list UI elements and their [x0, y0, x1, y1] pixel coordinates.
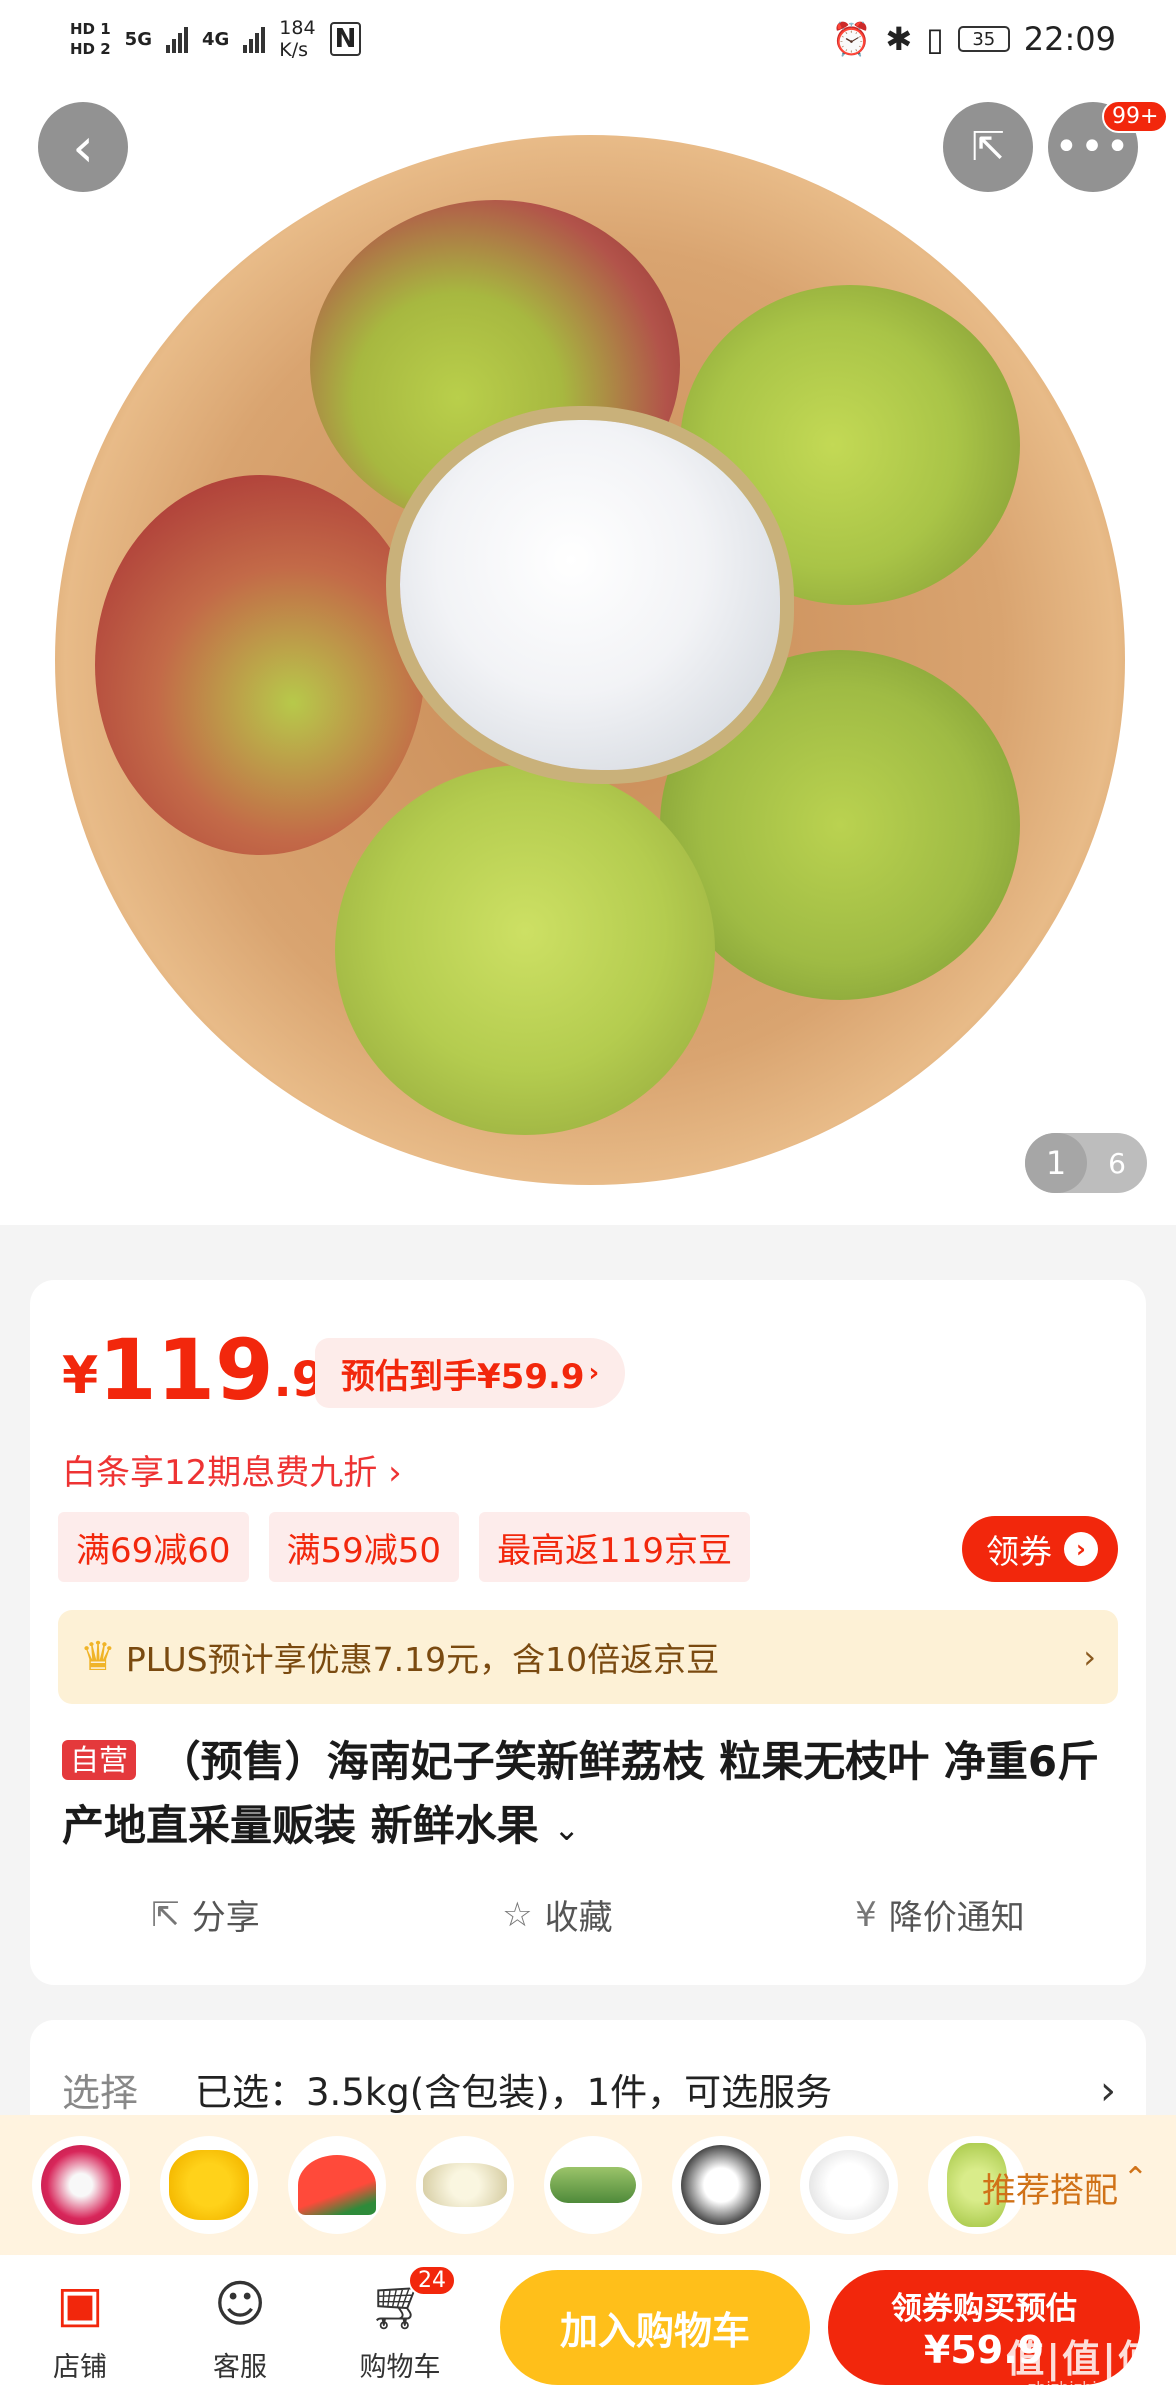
share-label: 分享	[191, 1898, 260, 1938]
network-speed: 184 K/s	[279, 17, 315, 61]
signal-icon-2	[243, 25, 266, 53]
recommend-combo-label[interactable]: 推荐搭配	[982, 2163, 1118, 2212]
coupon-tag[interactable]: 满69减60	[58, 1512, 249, 1582]
coupon-tag[interactable]: 满59减50	[268, 1512, 460, 1582]
bluetooth-icon: ✱	[885, 20, 913, 58]
cart-label: 购物车	[359, 2352, 441, 2383]
add-to-cart-button[interactable]: 加入购物车	[500, 2270, 810, 2385]
price-alert-icon: ¥	[855, 1894, 877, 1935]
spec-value: 已选：3.5kg(含包装)，1件，可选服务	[195, 2071, 833, 2114]
store-icon: ▣	[56, 2275, 104, 2333]
share-top-button[interactable]: ⇱	[943, 102, 1033, 192]
plus-banner-text: PLUS预计享优惠7.19元，含10倍返京豆	[125, 1640, 720, 1679]
speed-unit: K/s	[279, 39, 309, 61]
status-bar: HD 1 HD 2 5G 4G 184 K/s N ⏰ ✱ ▯ 35 22:09	[0, 0, 1176, 78]
cart-button[interactable]: 🛒︎ 24 购物车	[340, 2265, 460, 2384]
dumpling-thumb[interactable]	[800, 2136, 898, 2234]
chevron-right-icon: ›	[588, 1358, 600, 1388]
buy-button-line1: 领券购买预估	[891, 2291, 1077, 2327]
currency-symbol: ¥	[62, 1346, 99, 1406]
gallery-pager: 1 6	[1025, 1133, 1147, 1193]
pear-thumb[interactable]	[416, 2136, 514, 2234]
coupon-tag[interactable]: 最高返119京豆	[479, 1512, 750, 1582]
get-coupon-button[interactable]: 领券 ›	[962, 1516, 1118, 1582]
share-icon: ⇱	[971, 124, 1005, 170]
product-title: 自营 （预售）海南妃子笑新鲜荔枝 粒果无枝叶 净重6斤 产地直采量贩装 新鲜水果…	[62, 1730, 1122, 1861]
price-alert-label: 降价通知	[888, 1898, 1025, 1938]
pager-current: 1	[1025, 1133, 1087, 1193]
status-left: HD 1 HD 2 5G 4G 184 K/s N	[70, 17, 362, 61]
service-label: 客服	[213, 2352, 267, 2383]
recommend-thumbs	[32, 2136, 1026, 2234]
chevron-right-circle-icon: ›	[1064, 1532, 1098, 1566]
back-button[interactable]: ‹	[38, 102, 128, 192]
speed-value: 184	[279, 17, 316, 39]
price-integer: 119	[98, 1321, 274, 1419]
self-operated-badge: 自营	[62, 1740, 137, 1780]
mangosteen-thumb[interactable]	[672, 2136, 770, 2234]
watermark-site: zhizhizhi.com	[1027, 2378, 1136, 2397]
vibrate-icon: ▯	[926, 20, 944, 58]
recommend-bar: 推荐搭配 ⌃	[0, 2115, 1176, 2255]
signal-icon	[165, 25, 188, 53]
dragon-fruit-thumb[interactable]	[32, 2136, 130, 2234]
lychee-photo	[95, 475, 425, 855]
smiley-icon: ☺	[213, 2275, 267, 2333]
chevron-left-icon: ‹	[72, 115, 94, 179]
network-5g-label: 5G	[124, 28, 152, 50]
battery-level: 35	[972, 28, 996, 50]
pager-total: 6	[1108, 1146, 1126, 1180]
hd-indicator: HD 1 HD 2	[70, 19, 111, 59]
chevron-down-icon[interactable]: ⌄	[553, 1810, 580, 1848]
product-actions: ⇱ 分享 ☆ 收藏 ¥ 降价通知	[30, 1890, 1146, 1939]
coupon-list: 满69减60 满59减50 最高返119京豆	[58, 1512, 750, 1582]
alarm-icon: ⏰	[831, 20, 872, 58]
battery-icon: 35	[957, 26, 1010, 52]
network-4g-label: 4G	[201, 28, 230, 50]
cucumber-thumb[interactable]	[544, 2136, 642, 2234]
nfc-icon: N	[329, 22, 362, 56]
product-title-text: （预售）海南妃子笑新鲜荔枝 粒果无枝叶 净重6斤 产地直采量贩装 新鲜水果	[62, 1737, 1100, 1850]
watermelon-thumb[interactable]	[288, 2136, 386, 2234]
watermark-logo: 值|值|值	[1006, 2337, 1158, 2381]
crown-icon: ♛	[80, 1634, 116, 1680]
hd2-label: HD 2	[70, 40, 111, 58]
spec-label: 选择	[62, 2071, 139, 2115]
plus-member-banner[interactable]: ♛ PLUS预计享优惠7.19元，含10倍返京豆 ›	[58, 1610, 1118, 1704]
favorite-button[interactable]: ☆ 收藏	[502, 1890, 612, 1939]
store-label: 店铺	[53, 2352, 107, 2383]
hd1-label: HD 1	[70, 20, 111, 38]
customer-service-button[interactable]: ☺ 客服	[180, 2273, 300, 2384]
clock: 22:09	[1023, 20, 1116, 58]
chevron-right-icon: ›	[1083, 1638, 1096, 1676]
price-alert-button[interactable]: ¥ 降价通知	[855, 1890, 1025, 1939]
bottom-action-bar: ▣ 店铺 ☺ 客服 🛒︎ 24 购物车 加入购物车 领券购买预估 ¥59.9	[0, 2255, 1176, 2400]
baitiao-installment-link[interactable]: 白条享12期息费九折 ›	[62, 1445, 402, 1494]
product-info-card: ¥ 119 .90 预估到手¥59.9› 白条享12期息费九折 › 满69减60…	[30, 1280, 1146, 1985]
store-button[interactable]: ▣ 店铺	[20, 2273, 140, 2384]
favorite-label: 收藏	[544, 1898, 613, 1938]
star-icon: ☆	[502, 1894, 533, 1935]
share-icon: ⇱	[151, 1894, 180, 1935]
estimated-price-label: 预估到手¥59.9	[341, 1356, 585, 1397]
yellow-tomato-thumb[interactable]	[160, 2136, 258, 2234]
notification-badge: 99+	[1102, 100, 1169, 133]
get-coupon-label: 领券	[986, 1532, 1052, 1571]
chevron-right-icon: ›	[1100, 2068, 1116, 2114]
share-button[interactable]: ⇱ 分享	[151, 1890, 260, 1939]
chevron-up-icon[interactable]: ⌃	[1123, 2161, 1148, 2196]
lychee-photo	[335, 765, 715, 1135]
cart-count-badge: 24	[408, 2265, 456, 2296]
status-right: ⏰ ✱ ▯ 35 22:09	[832, 20, 1116, 58]
estimated-price-pill[interactable]: 预估到手¥59.9 ›	[315, 1338, 626, 1408]
